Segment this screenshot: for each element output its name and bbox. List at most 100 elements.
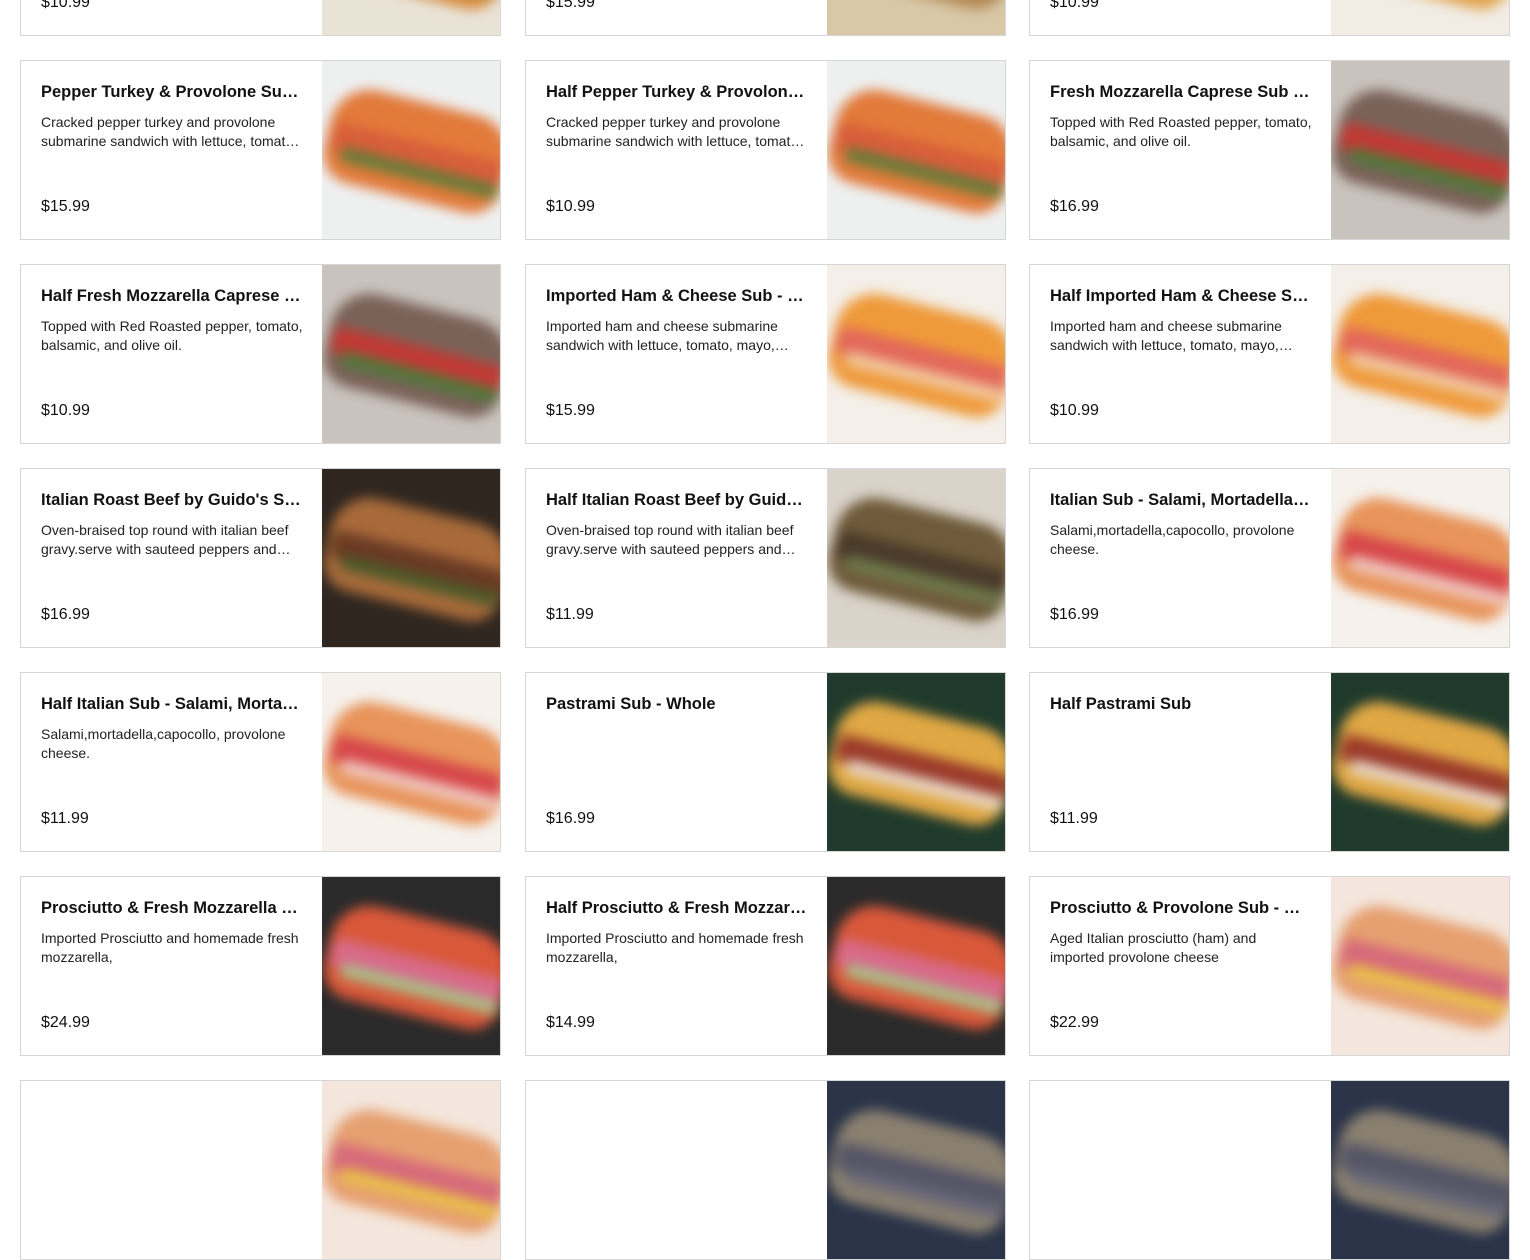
menu-item-photo[interactable] bbox=[827, 265, 1005, 443]
menu-item-description: Imported ham and cheese submarine sandwi… bbox=[546, 318, 778, 353]
menu-item-card[interactable]: Half Fresh Mozzarella Caprese Sub Topped … bbox=[20, 264, 501, 444]
menu-item-description: Salami,mortadella,capocollo, provolone c… bbox=[41, 726, 286, 761]
menu-item-price: $11.99 bbox=[41, 810, 89, 827]
sandwich-photo-image bbox=[1331, 673, 1509, 851]
menu-item-card[interactable]: Half Pastrami Sub $11.99 bbox=[1029, 672, 1510, 852]
menu-item-description: Salami,mortadella,capocollo, provolone c… bbox=[1050, 522, 1295, 557]
menu-item-card[interactable]: Prosciutto & Provolone Sub - Whole Aged I… bbox=[1029, 876, 1510, 1056]
menu-item-price: $16.99 bbox=[41, 606, 90, 623]
menu-item-price: $16.99 bbox=[1050, 606, 1099, 623]
sandwich-photo-image bbox=[322, 877, 500, 1055]
sandwich-photo-image bbox=[827, 265, 1005, 443]
menu-item-photo[interactable] bbox=[827, 469, 1005, 647]
menu-item-photo[interactable] bbox=[1331, 265, 1509, 443]
menu-item-info: Half Italian Roast Beef by Guido's Sub Ov… bbox=[546, 469, 808, 647]
menu-item-card[interactable]: Pastrami Sub - Whole $16.99 bbox=[525, 672, 1006, 852]
menu-item-photo[interactable] bbox=[322, 0, 500, 35]
menu-item-info bbox=[546, 1081, 808, 1259]
menu-item-info: Half Pastrami Sub $11.99 bbox=[1050, 673, 1312, 851]
menu-item-card[interactable] bbox=[1029, 1080, 1510, 1260]
menu-item-info: Half Pepper Turkey & Provolone Sub Cracke… bbox=[546, 61, 808, 239]
menu-item-photo[interactable] bbox=[322, 61, 500, 239]
menu-item-card[interactable]: Prosciutto & Fresh Mozzarella Caprese Su… bbox=[20, 876, 501, 1056]
menu-item-card[interactable]: Half Imported Ham & Cheese Sub Imported h… bbox=[1029, 264, 1510, 444]
sandwich-photo-image bbox=[1331, 877, 1509, 1055]
menu-item-price: $11.99 bbox=[546, 606, 594, 623]
menu-item-title: Imported Ham & Cheese Sub - Whole bbox=[546, 287, 808, 305]
menu-item-title: Italian Roast Beef by Guido's Sub - Whol… bbox=[41, 491, 303, 509]
menu-item-description: Imported Prosciutto and homemade fresh m… bbox=[546, 930, 804, 965]
menu-item-card[interactable]: Imported Ham & Cheese Sub - Whole Importe… bbox=[525, 264, 1006, 444]
menu-item-card[interactable]: $10.99 bbox=[1029, 0, 1510, 36]
menu-item-price: $15.99 bbox=[41, 198, 90, 215]
menu-item-price: $15.99 bbox=[546, 0, 595, 11]
menu-item-card[interactable]: $15.99 bbox=[525, 0, 1006, 36]
sandwich-photo-image bbox=[827, 877, 1005, 1055]
menu-item-card[interactable]: Half Pepper Turkey & Provolone Sub Cracke… bbox=[525, 60, 1006, 240]
menu-item-card[interactable]: Pepper Turkey & Provolone Sub - Whole Cra… bbox=[20, 60, 501, 240]
menu-item-title: Half Italian Roast Beef by Guido's Sub bbox=[546, 491, 808, 509]
menu-item-description: Oven-braised top round with italian beef… bbox=[41, 522, 289, 557]
sandwich-bread-shape bbox=[827, 0, 1005, 16]
menu-item-description: Topped with Red Roasted pepper, tomato, … bbox=[1050, 114, 1312, 149]
menu-item-photo[interactable] bbox=[322, 673, 500, 851]
menu-item-info: Pepper Turkey & Provolone Sub - Whole Cra… bbox=[41, 61, 303, 239]
menu-item-photo[interactable] bbox=[1331, 877, 1509, 1055]
menu-item-photo[interactable] bbox=[1331, 469, 1509, 647]
menu-item-title: Half Italian Sub - Salami, Mortadella, C… bbox=[41, 695, 303, 713]
menu-item-card[interactable]: Italian Sub - Salami, Mortadella, Capoco… bbox=[1029, 468, 1510, 648]
menu-item-title: Prosciutto & Fresh Mozzarella Caprese Su… bbox=[41, 899, 303, 917]
menu-item-description: Cracked pepper turkey and provolone subm… bbox=[41, 114, 298, 149]
menu-item-title: Half Imported Ham & Cheese Sub bbox=[1050, 287, 1312, 305]
menu-item-info: Prosciutto & Provolone Sub - Whole Aged I… bbox=[1050, 877, 1312, 1055]
menu-item-price: $10.99 bbox=[41, 402, 90, 419]
menu-item-photo[interactable] bbox=[827, 673, 1005, 851]
menu-item-card[interactable] bbox=[525, 1080, 1006, 1260]
menu-item-title: Prosciutto & Provolone Sub - Whole bbox=[1050, 899, 1312, 917]
menu-item-title: Pepper Turkey & Provolone Sub - Whole bbox=[41, 83, 303, 101]
menu-item-price: $16.99 bbox=[546, 810, 595, 827]
menu-item-info: Prosciutto & Fresh Mozzarella Caprese Su… bbox=[41, 877, 303, 1055]
menu-item-info: Half Prosciutto & Fresh Mozzarella Capre… bbox=[546, 877, 808, 1055]
menu-item-card[interactable]: Half Italian Sub - Salami, Mortadella, C… bbox=[20, 672, 501, 852]
menu-item-photo[interactable] bbox=[322, 265, 500, 443]
menu-item-description: Topped with Red Roasted pepper, tomato, … bbox=[41, 318, 303, 353]
menu-item-photo[interactable] bbox=[1331, 0, 1509, 35]
menu-item-price: $22.99 bbox=[1050, 1014, 1099, 1031]
menu-item-photo[interactable] bbox=[1331, 61, 1509, 239]
menu-item-description: Aged Italian prosciutto (ham) and import… bbox=[1050, 930, 1257, 965]
menu-item-info: $10.99 bbox=[41, 0, 303, 35]
sandwich-photo-image bbox=[322, 265, 500, 443]
menu-item-description: Imported ham and cheese submarine sandwi… bbox=[1050, 318, 1282, 353]
menu-item-photo[interactable] bbox=[1331, 673, 1509, 851]
menu-item-photo[interactable] bbox=[827, 1081, 1005, 1259]
menu-item-photo[interactable] bbox=[322, 877, 500, 1055]
menu-item-info bbox=[41, 1081, 303, 1259]
menu-item-card[interactable] bbox=[20, 1080, 501, 1260]
sandwich-photo-image bbox=[827, 1081, 1005, 1259]
sandwich-photo-image bbox=[322, 0, 500, 35]
menu-item-photo[interactable] bbox=[827, 877, 1005, 1055]
menu-item-description: Cracked pepper turkey and provolone subm… bbox=[546, 114, 803, 149]
menu-item-description: Oven-braised top round with italian beef… bbox=[546, 522, 794, 557]
menu-item-card[interactable]: Half Prosciutto & Fresh Mozzarella Capre… bbox=[525, 876, 1006, 1056]
menu-item-photo[interactable] bbox=[322, 469, 500, 647]
menu-item-title: Fresh Mozzarella Caprese Sub - Whole bbox=[1050, 83, 1312, 101]
menu-item-info: $15.99 bbox=[546, 0, 808, 35]
menu-item-card[interactable]: Fresh Mozzarella Caprese Sub - Whole Topp… bbox=[1029, 60, 1510, 240]
menu-item-photo[interactable] bbox=[827, 0, 1005, 35]
menu-item-description: Imported Prosciutto and homemade fresh m… bbox=[41, 930, 299, 965]
menu-item-price: $10.99 bbox=[546, 198, 595, 215]
menu-item-title: Half Pastrami Sub bbox=[1050, 695, 1192, 713]
menu-item-photo[interactable] bbox=[322, 1081, 500, 1259]
menu-item-card[interactable]: Half Italian Roast Beef by Guido's Sub Ov… bbox=[525, 468, 1006, 648]
menu-item-price: $10.99 bbox=[1050, 402, 1099, 419]
menu-item-title: Half Fresh Mozzarella Caprese Sub bbox=[41, 287, 303, 305]
menu-item-card[interactable]: $10.99 bbox=[20, 0, 501, 36]
menu-item-price: $10.99 bbox=[41, 0, 90, 11]
menu-item-info: $10.99 bbox=[1050, 0, 1312, 35]
menu-item-photo[interactable] bbox=[827, 61, 1005, 239]
menu-item-price: $15.99 bbox=[546, 402, 595, 419]
menu-item-photo[interactable] bbox=[1331, 1081, 1509, 1259]
menu-item-card[interactable]: Italian Roast Beef by Guido's Sub - Whol… bbox=[20, 468, 501, 648]
